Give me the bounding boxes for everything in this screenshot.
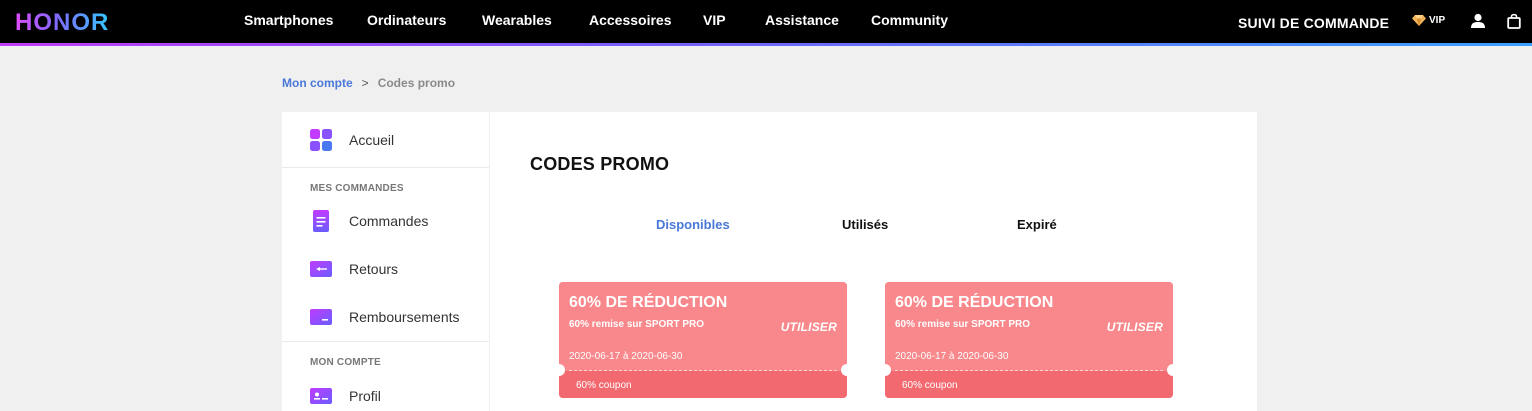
home-grid-icon	[310, 129, 332, 151]
vip-badge-label: VIP	[1429, 15, 1446, 26]
sidebar-item-label: Remboursements	[349, 309, 460, 325]
nav-wearables[interactable]: Wearables	[482, 12, 552, 28]
tab-available[interactable]: Disponibles	[656, 217, 730, 232]
breadcrumb: Mon compte > Codes promo	[282, 76, 455, 90]
top-navigation-bar: HONOR Smartphones Ordinateurs Wearables …	[0, 0, 1532, 46]
nav-accessoires[interactable]: Accessoires	[589, 12, 672, 28]
order-list-icon	[313, 210, 329, 232]
sidebar-section-orders: MES COMMANDES	[310, 183, 404, 194]
nav-smartphones[interactable]: Smartphones	[244, 12, 333, 28]
account-sidebar: Accueil MES COMMANDES Commandes Retours …	[282, 112, 489, 411]
nav-community[interactable]: Community	[871, 12, 948, 28]
page-title: CODES PROMO	[530, 154, 670, 174]
breadcrumb-separator: >	[361, 76, 369, 90]
nav-vip[interactable]: VIP	[703, 12, 726, 28]
sidebar-item-label: Accueil	[349, 132, 395, 148]
sidebar-item-home[interactable]: Accueil	[282, 120, 489, 160]
order-tracking-link[interactable]: SUIVI DE COMMANDE	[1238, 15, 1389, 31]
coupon-type: 60% coupon	[902, 380, 958, 391]
sidebar-divider	[282, 167, 489, 168]
coupon-validity: 2020-06-17 à 2020-06-30	[895, 351, 1009, 362]
coupon-card: 60% DE RÉDUCTION 60% remise sur SPORT PR…	[559, 282, 847, 398]
refund-card-icon	[310, 309, 332, 325]
coupon-perforation	[895, 370, 1163, 371]
header-gradient-line	[0, 43, 1532, 46]
vip-link[interactable]: VIP	[1412, 15, 1445, 26]
sidebar-divider	[282, 341, 489, 342]
sidebar-item-refunds[interactable]: Remboursements	[282, 297, 489, 337]
nav-ordinateurs[interactable]: Ordinateurs	[367, 12, 446, 28]
coupon-title: 60% DE RÉDUCTION	[895, 294, 1054, 311]
profile-card-icon	[310, 388, 332, 404]
sidebar-item-label: Commandes	[349, 213, 429, 229]
tab-used[interactable]: Utilisés	[842, 217, 888, 232]
coupon-type: 60% coupon	[576, 380, 632, 391]
tab-expired[interactable]: Expiré	[1017, 217, 1057, 232]
shopping-bag-icon[interactable]	[1507, 13, 1521, 29]
user-icon[interactable]	[1470, 13, 1486, 29]
sidebar-item-profile[interactable]: Profil	[282, 376, 489, 411]
coupon-card: 60% DE RÉDUCTION 60% remise sur SPORT PR…	[885, 282, 1173, 398]
return-icon	[310, 261, 332, 277]
breadcrumb-current: Codes promo	[377, 76, 456, 90]
coupon-description: 60% remise sur SPORT PRO	[895, 319, 1031, 330]
sidebar-item-orders[interactable]: Commandes	[282, 201, 489, 241]
promo-codes-panel: CODES PROMO Disponibles Utilisés Expiré …	[490, 112, 1257, 411]
sidebar-item-returns[interactable]: Retours	[282, 249, 489, 289]
coupon-description: 60% remise sur SPORT PRO	[569, 319, 705, 330]
coupon-title: 60% DE RÉDUCTION	[569, 294, 728, 311]
honor-logo[interactable]: HONOR	[15, 9, 109, 37]
nav-assistance[interactable]: Assistance	[765, 12, 839, 28]
use-coupon-button[interactable]: UTILISER	[781, 320, 837, 334]
use-coupon-button[interactable]: UTILISER	[1107, 320, 1163, 334]
breadcrumb-my-account[interactable]: Mon compte	[282, 76, 353, 90]
coupon-validity: 2020-06-17 à 2020-06-30	[569, 351, 683, 362]
sidebar-item-label: Profil	[349, 388, 381, 404]
coupon-notch	[1167, 364, 1173, 376]
coupon-perforation	[569, 370, 837, 371]
sidebar-section-account: MON COMPTE	[310, 357, 381, 368]
sidebar-item-label: Retours	[349, 261, 399, 277]
coupon-notch	[841, 364, 847, 376]
diamond-icon	[1412, 15, 1426, 26]
